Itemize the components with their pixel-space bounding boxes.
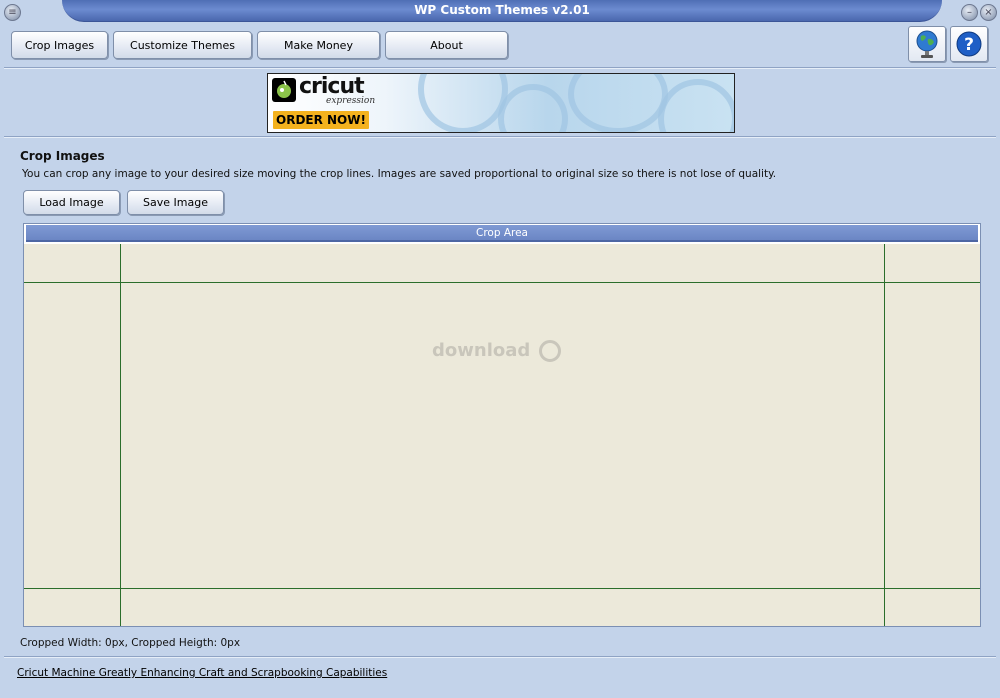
website-button[interactable] — [908, 26, 946, 62]
toolbar-separator — [4, 67, 996, 69]
about-button[interactable]: About — [385, 31, 508, 59]
title-bar: ≡ WP Custom Themes v2.01 – × — [0, 0, 1000, 24]
banner-decoration — [658, 79, 734, 132]
crop-status: Cropped Width: 0px, Cropped Heigth: 0px — [20, 637, 241, 649]
crop-line-bottom[interactable] — [24, 588, 980, 589]
cricut-logo-icon — [272, 78, 296, 102]
help-button[interactable]: ? — [950, 26, 988, 62]
crop-images-button[interactable]: Crop Images — [11, 31, 108, 59]
cricut-banner[interactable]: cricut expression ORDER NOW! — [267, 73, 735, 133]
order-now-button[interactable]: ORDER NOW! — [273, 111, 369, 129]
minimize-button[interactable]: – — [961, 4, 978, 21]
banner-decoration — [418, 74, 508, 132]
banner-decoration — [568, 74, 668, 132]
crop-line-left[interactable] — [120, 244, 121, 626]
crop-area-header: Crop Area — [26, 225, 978, 242]
banner-sub: expression — [326, 96, 376, 106]
title-pill: WP Custom Themes v2.01 — [62, 0, 942, 22]
banner-decoration — [498, 84, 568, 132]
banner-separator — [4, 136, 996, 138]
close-icon: × — [984, 6, 993, 18]
customize-themes-button[interactable]: Customize Themes — [113, 31, 252, 59]
svg-text:?: ? — [964, 35, 974, 55]
window-title: WP Custom Themes v2.01 — [414, 3, 590, 17]
menu-icon: ≡ — [8, 6, 17, 18]
help-icon: ? — [956, 31, 982, 57]
save-image-button[interactable]: Save Image — [127, 190, 224, 215]
page-title: Crop Images — [20, 149, 105, 163]
footer-separator — [4, 656, 996, 658]
globe-icon — [916, 30, 938, 58]
watermark-logo-icon — [538, 340, 561, 362]
crop-panel: Crop Images You can crop any image to yo… — [4, 139, 996, 656]
watermark: download — [432, 340, 561, 362]
minimize-icon: – — [967, 6, 972, 18]
crop-line-right[interactable] — [884, 244, 885, 626]
crop-frame: Crop Area download — [23, 223, 981, 627]
page-description: You can crop any image to your desired s… — [22, 168, 777, 180]
load-image-button[interactable]: Load Image — [23, 190, 120, 215]
system-menu-button[interactable]: ≡ — [4, 4, 21, 21]
watermark-text: download — [432, 340, 531, 361]
crop-line-top[interactable] — [24, 282, 980, 283]
footer-link[interactable]: Cricut Machine Greatly Enhancing Craft a… — [17, 667, 387, 679]
make-money-button[interactable]: Make Money — [257, 31, 380, 59]
crop-area[interactable]: download — [24, 244, 980, 626]
close-button[interactable]: × — [980, 4, 997, 21]
toolbar: Crop Images Customize Themes Make Money … — [0, 24, 1000, 68]
